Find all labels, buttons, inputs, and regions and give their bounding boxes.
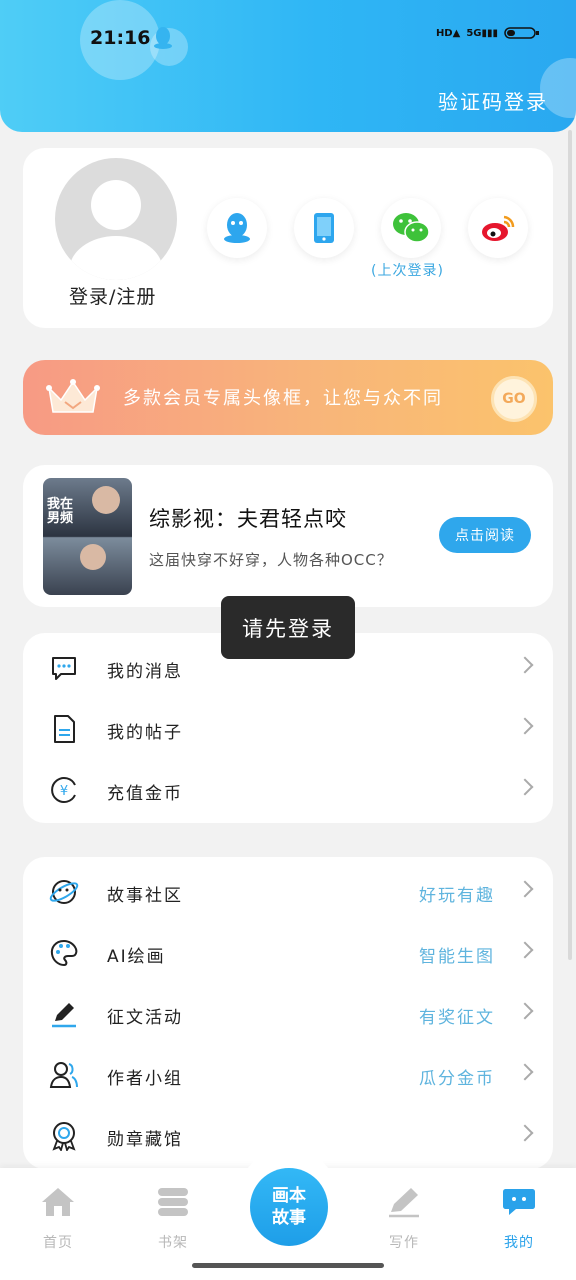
write-icon [389, 1188, 419, 1218]
center-button-line1: 画本 [272, 1186, 306, 1206]
status-icons: HD▲ 5G▮▮▮ [436, 26, 540, 40]
vip-banner[interactable]: 多款会员专属头像框，让您与众不同 GO [23, 360, 553, 435]
menu-item-label: 勋章藏馆 [107, 1130, 183, 1150]
menu-item-label: 我的帖子 [107, 723, 183, 743]
vip-go-button[interactable]: GO [491, 376, 537, 422]
qq-icon [224, 213, 250, 243]
menu-item-label: 作者小组 [107, 1069, 183, 1089]
weibo-icon [482, 215, 515, 241]
svg-text:¥: ¥ [60, 784, 68, 799]
book-cover[interactable]: 我在男频 [43, 478, 132, 595]
qq-notification-icon [154, 27, 172, 49]
pen-icon [52, 1003, 76, 1028]
chevron-right-icon [516, 717, 534, 735]
menu-item-posts[interactable]: 我的帖子 [23, 698, 553, 759]
book-cover-text: 我在男频 [47, 497, 74, 526]
battery-icon [504, 27, 539, 39]
tab-mine[interactable]: 我的 [489, 1182, 549, 1252]
tab-home[interactable]: 首页 [28, 1182, 88, 1252]
menu-secondary: 故事社区 好玩有趣 AI绘画 智能生图 征文活动 有奖征文 作者小组 瓜分金币 [23, 857, 553, 1169]
mine-icon [503, 1189, 535, 1215]
bookshelf-icon [158, 1188, 188, 1216]
menu-item-essay-contest[interactable]: 征文活动 有奖征文 [23, 983, 553, 1044]
scrollbar[interactable] [568, 130, 572, 960]
toast-message: 请先登录 [221, 596, 355, 659]
home-indicator[interactable] [192, 1263, 384, 1268]
menu-item-label: 故事社区 [107, 886, 183, 906]
5g-signal-icon: 5G▮▮▮ [466, 27, 498, 39]
menu-primary: 我的消息 我的帖子 ¥ 充值金币 [23, 633, 553, 823]
book-recommendation-card[interactable]: 我在男频 综影视：夫君轻点咬 这届快穿不好穿，人物各种OCC？ 点击阅读 [23, 465, 553, 607]
crown-icon [46, 379, 100, 413]
chevron-right-icon [516, 880, 534, 898]
menu-item-label: 征文活动 [107, 1008, 183, 1028]
read-button[interactable]: 点击阅读 [439, 517, 531, 553]
last-login-label: (上次登录) [371, 263, 444, 279]
profile-card: 登录/注册 (上次登录) [23, 148, 553, 328]
book-description: 这届快穿不好穿，人物各种OCC？ [149, 551, 393, 569]
status-time: 21:16 [90, 27, 151, 49]
login-register-link[interactable]: 登录/注册 [69, 282, 156, 309]
author-group-icon [49, 1062, 78, 1088]
home-icon [42, 1188, 74, 1216]
sms-login-link[interactable]: 验证码登录 [438, 86, 548, 115]
menu-item-tag: 有奖征文 [419, 1008, 495, 1028]
header: 21:16 HD▲ 5G▮▮▮ 验证码登录 [0, 0, 576, 132]
menu-item-recharge[interactable]: ¥ 充值金币 [23, 759, 553, 820]
hd-signal-icon: HD▲ [435, 27, 461, 39]
book-title: 综影视：夫君轻点咬 [149, 507, 347, 531]
menu-item-author-group[interactable]: 作者小组 瓜分金币 [23, 1044, 553, 1105]
tab-label: 书架 [158, 1235, 188, 1251]
message-icon [52, 657, 76, 680]
picture-story-button[interactable]: 画本 故事 [250, 1168, 328, 1246]
palette-icon [50, 939, 78, 967]
tab-bookshelf[interactable]: 书架 [143, 1182, 203, 1252]
community-icon [49, 880, 79, 904]
menu-item-label: 我的消息 [107, 662, 183, 682]
chevron-right-icon [516, 941, 534, 959]
chevron-right-icon [516, 1002, 534, 1020]
menu-item-ai-painting[interactable]: AI绘画 智能生图 [23, 922, 553, 983]
chevron-right-icon [516, 656, 534, 674]
wechat-login-button[interactable] [381, 198, 441, 258]
menu-item-label: 充值金币 [107, 784, 183, 804]
qq-login-button[interactable] [207, 198, 267, 258]
badge-icon [52, 1122, 76, 1151]
coin-icon: ¥ [51, 777, 76, 803]
menu-item-label: AI绘画 [107, 947, 166, 967]
chevron-right-icon [516, 778, 534, 796]
post-icon [54, 715, 75, 743]
chevron-right-icon [516, 1124, 534, 1142]
menu-item-tag: 智能生图 [419, 947, 495, 967]
phone-login-button[interactable] [294, 198, 354, 258]
avatar[interactable] [55, 158, 177, 280]
tab-write[interactable]: 写作 [374, 1182, 434, 1252]
chevron-right-icon [516, 1063, 534, 1081]
tab-label: 首页 [43, 1235, 73, 1251]
menu-item-community[interactable]: 故事社区 好玩有趣 [23, 861, 553, 922]
center-button-line2: 故事 [272, 1208, 306, 1228]
vip-banner-text: 多款会员专属头像框，让您与众不同 [123, 388, 443, 409]
menu-item-tag: 好玩有趣 [419, 886, 495, 906]
menu-item-tag: 瓜分金币 [419, 1069, 495, 1089]
wechat-icon [393, 213, 430, 243]
tab-label: 我的 [504, 1235, 534, 1251]
weibo-login-button[interactable] [468, 198, 528, 258]
tab-label: 写作 [389, 1235, 419, 1251]
phone-icon [314, 213, 334, 243]
